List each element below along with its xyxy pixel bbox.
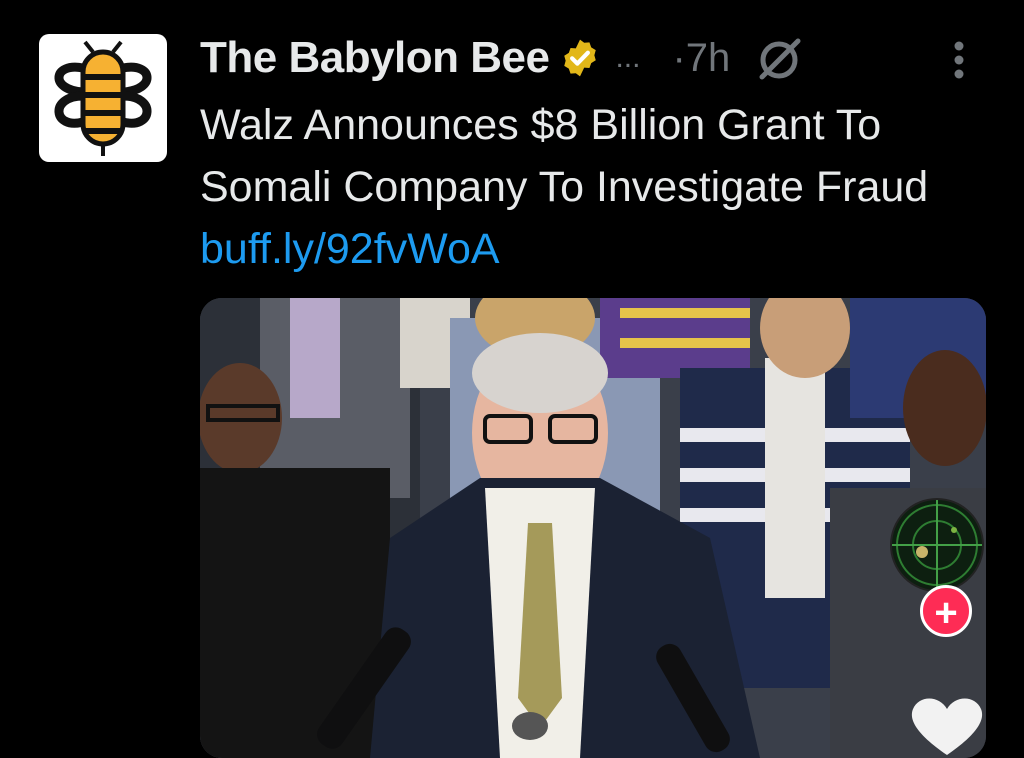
avatar[interactable] <box>39 34 167 162</box>
heart-icon[interactable] <box>905 695 989 755</box>
video-media[interactable] <box>200 298 986 758</box>
tweet-header: The Babylon Bee ... ·7h <box>200 28 1000 88</box>
mini-video-avatar[interactable] <box>890 498 984 592</box>
tweet-text: Walz Announces $8 Billion Grant To Somal… <box>200 94 1000 280</box>
tweet-body: Walz Announces $8 Billion Grant To Somal… <box>200 101 929 211</box>
video-frame <box>200 298 986 758</box>
more-vertical-icon[interactable] <box>944 38 974 88</box>
timestamp[interactable]: ·7h <box>672 36 730 81</box>
author-name[interactable]: The Babylon Bee <box>200 33 550 83</box>
add-follow-button[interactable]: + <box>920 585 972 637</box>
verified-badge-icon <box>564 39 597 77</box>
grok-icon[interactable] <box>754 33 804 83</box>
babylon-bee-logo-icon <box>54 40 152 156</box>
radar-thumbnail <box>892 500 982 590</box>
name-overflow: ... <box>615 41 641 74</box>
tweet-link[interactable]: buff.ly/92fvWoA <box>200 225 500 273</box>
